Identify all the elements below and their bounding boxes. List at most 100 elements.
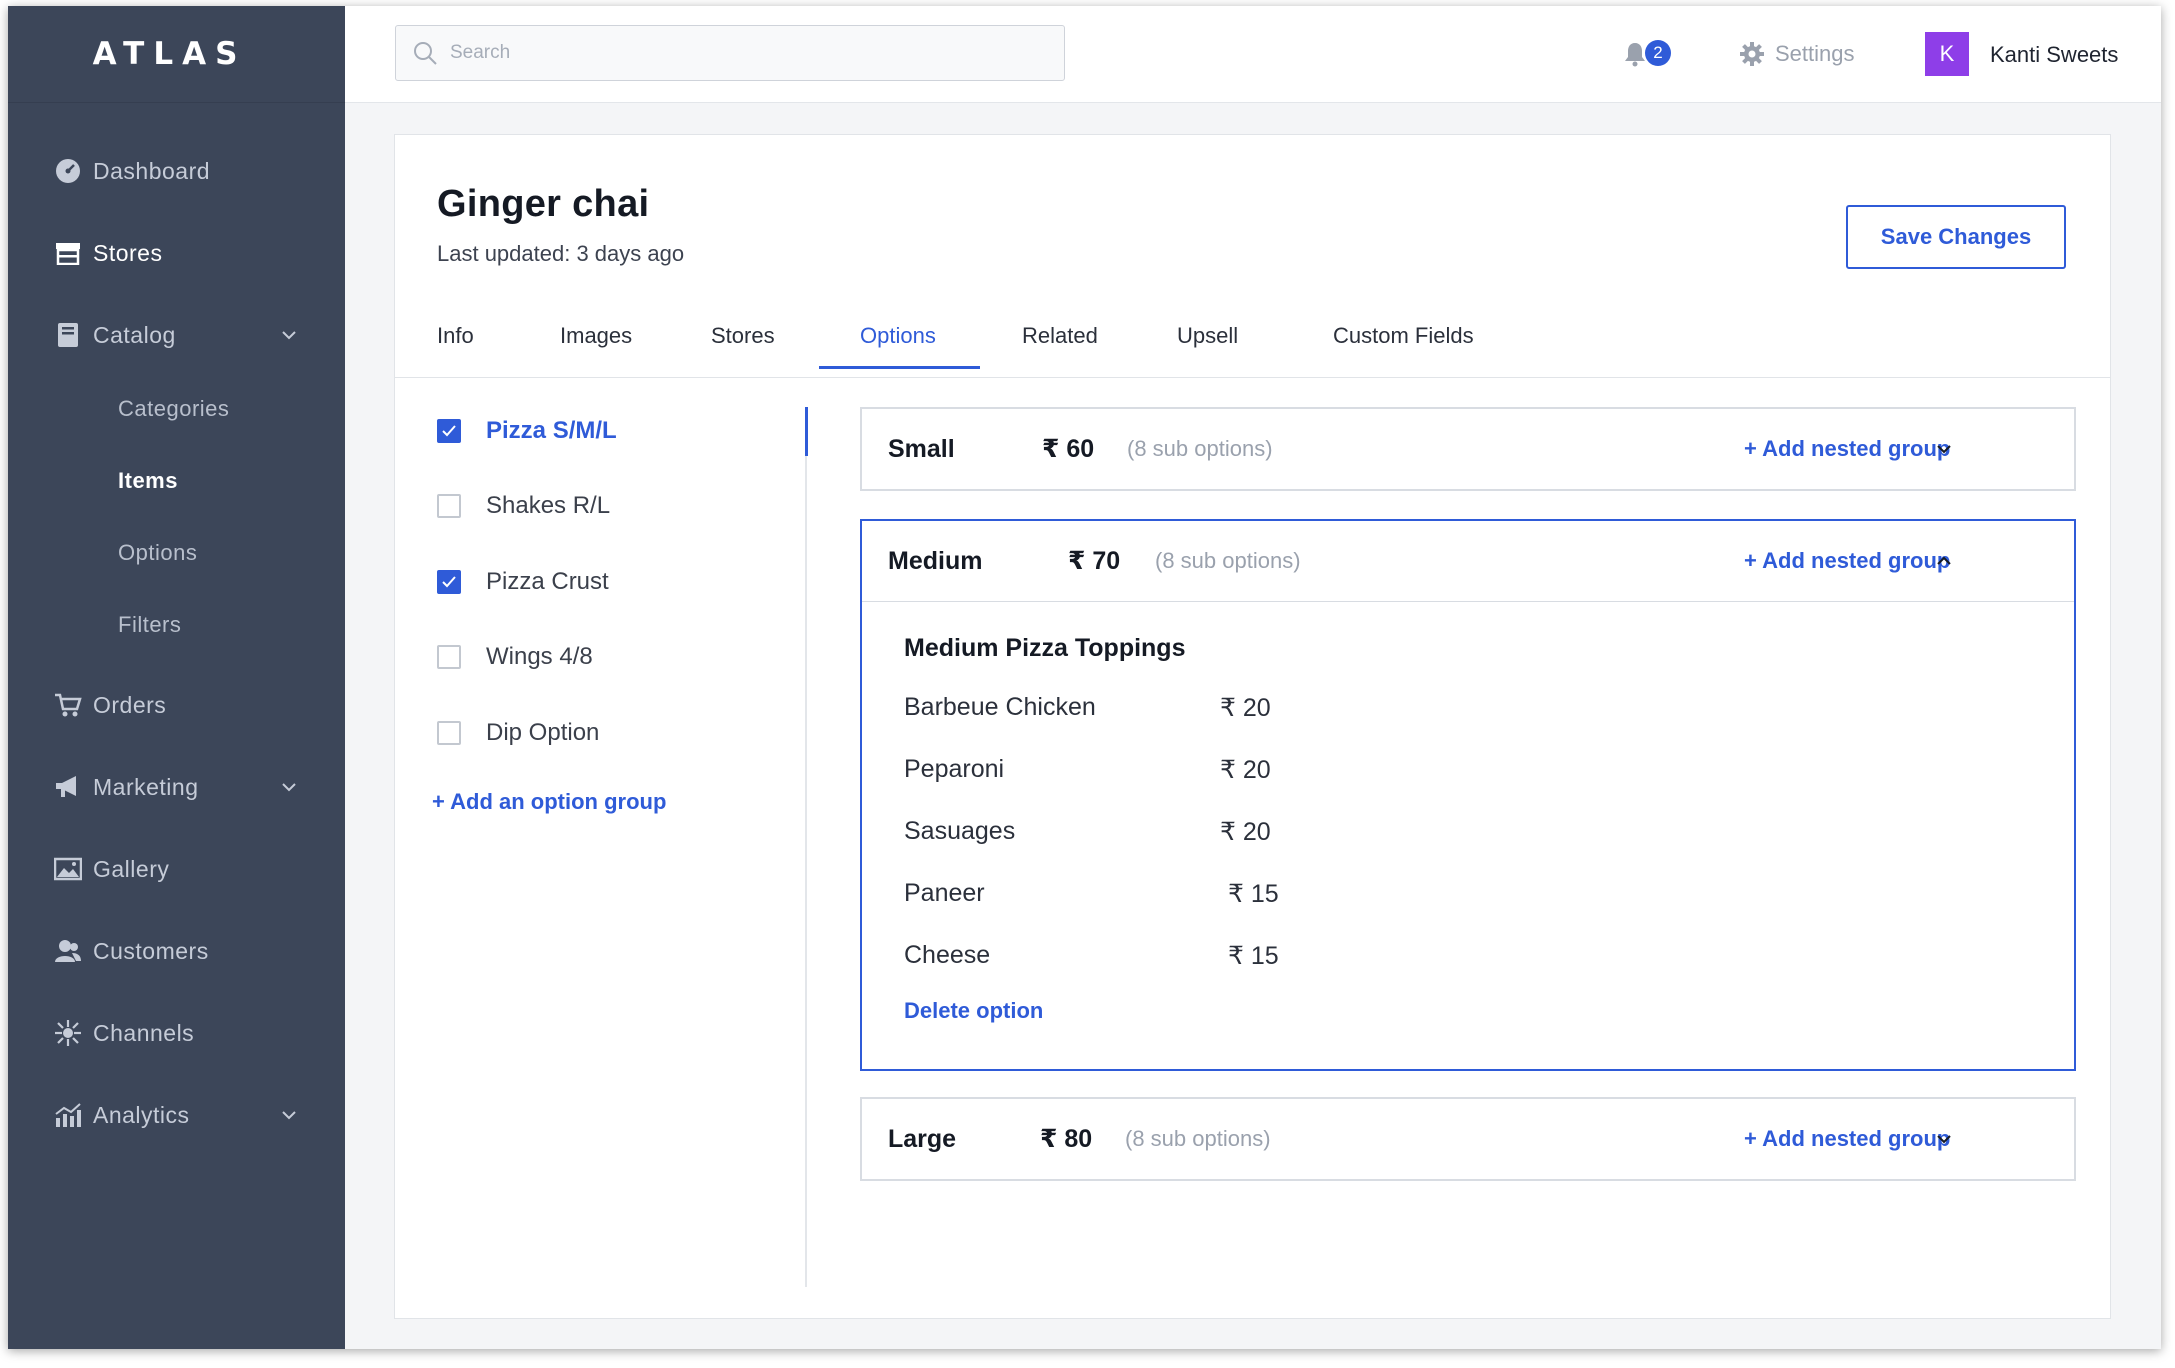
chevron-down-icon[interactable] [278,1104,300,1126]
option-name: Large [888,1124,957,1153]
sidebar-item-label: Stores [93,239,163,266]
tab-stores[interactable]: Stores [711,295,775,377]
option-header[interactable]: Large ₹ 80 (8 sub options) + Add nested … [862,1099,2074,1179]
save-changes-button[interactable]: Save Changes [1846,205,2066,269]
sidebar-item-label: Analytics [93,1101,190,1128]
topping-price: ₹ 20 [1220,818,1271,846]
option-price: ₹ 80 [1040,1125,1093,1153]
chevron-down-icon[interactable] [278,324,300,346]
add-nested-group-link[interactable]: + Add nested group [1744,1126,1950,1152]
analytics-icon [54,1101,82,1129]
option-price: ₹ 60 [1042,435,1095,463]
option-price: ₹ 70 [1068,547,1121,575]
chevron-up-icon[interactable] [1932,549,1956,573]
topping-name: Barbeue Chicken [904,693,1096,721]
sidebar-item-label: Channels [93,1019,195,1046]
notification-badge[interactable]: 2 [1645,40,1671,66]
search-box[interactable] [395,25,1065,81]
sidebar-item-channels[interactable]: Channels [8,1005,345,1061]
tab-images[interactable]: Images [560,295,632,377]
option-group-label: Wings 4/8 [486,643,593,670]
option-group-wings[interactable]: Wings 4/8 [437,637,593,677]
tab-options[interactable]: Options [860,295,936,377]
option-group-pizza-sml[interactable]: Pizza S/M/L [437,411,617,451]
tab-related[interactable]: Related [1022,295,1098,377]
sidebar-item-catalog[interactable]: Catalog [8,307,345,363]
sidebar-item-label: Catalog [93,321,176,348]
tab-bar: Info Images Stores Options Related Upsel… [395,295,2110,378]
sidebar-item-label: Gallery [93,855,170,882]
tab-info[interactable]: Info [437,295,474,377]
option-group-label: Pizza Crust [486,568,609,595]
option-group-label: Dip Option [486,719,600,746]
search-input[interactable] [450,26,1050,80]
sidebar-item-dashboard[interactable]: Dashboard [8,143,345,199]
sidebar-subitem-categories[interactable]: Categories [8,384,345,434]
dashboard-icon [54,157,82,185]
active-tab-indicator [819,366,980,369]
option-header[interactable]: Medium ₹ 70 (8 sub options) + Add nested… [862,521,2074,601]
add-nested-group-link[interactable]: + Add nested group [1744,436,1950,462]
sub-options-count: (8 sub options) [1125,1126,1271,1151]
checkbox[interactable] [437,570,461,594]
users-icon [54,937,82,965]
option-header[interactable]: Small ₹ 60 (8 sub options) + Add nested … [862,409,2074,489]
checkbox[interactable] [437,645,461,669]
option-name: Small [888,434,955,463]
item-editor-card: Ginger chai Last updated: 3 days ago Sav… [394,134,2111,1319]
sidebar-item-customers[interactable]: Customers [8,923,345,979]
avatar[interactable]: K [1925,32,1969,76]
app-logo: ATLAS [8,6,345,103]
topping-price: ₹ 20 [1220,694,1271,722]
chevron-down-icon[interactable] [1932,437,1956,461]
user-name[interactable]: Kanti Sweets [1990,42,2118,68]
checkbox[interactable] [437,419,461,443]
top-bar: 2 Settings K Kanti Sweets [345,6,2161,103]
chevron-down-icon[interactable] [1932,1127,1956,1151]
checkbox[interactable] [437,721,461,745]
option-group-dip[interactable]: Dip Option [437,713,599,753]
sidebar-subitem-filters[interactable]: Filters [8,600,345,650]
sidebar-item-analytics[interactable]: Analytics [8,1087,345,1143]
add-nested-group-link[interactable]: + Add nested group [1744,548,1950,574]
tab-upsell[interactable]: Upsell [1177,295,1238,377]
sidebar-item-label: Orders [93,691,167,718]
channels-icon [54,1019,82,1047]
megaphone-icon [54,773,82,801]
check-icon [442,425,456,437]
sidebar-subitem-items[interactable]: Items [8,456,345,506]
active-group-indicator [805,407,808,456]
catalog-icon [54,321,82,349]
sidebar-item-label: Marketing [93,773,199,800]
checkbox[interactable] [437,494,461,518]
sidebar-subitem-label: Categories [118,396,230,421]
sub-options-count: (8 sub options) [1155,548,1301,573]
chevron-down-icon[interactable] [278,776,300,798]
settings-button[interactable]: Settings [1739,36,1855,72]
sidebar-item-label: Customers [93,937,209,964]
option-group-shakes[interactable]: Shakes R/L [437,486,610,526]
store-icon [54,239,82,267]
sub-options-count: (8 sub options) [1127,436,1273,461]
sidebar-item-label: Dashboard [93,157,211,184]
sidebar-subitem-label: Items [118,468,178,493]
add-option-group-link[interactable]: + Add an option group [432,789,666,815]
sidebar-subitem-options[interactable]: Options [8,528,345,578]
option-group-pizza-crust[interactable]: Pizza Crust [437,562,609,602]
sidebar-subitem-label: Filters [118,612,182,637]
sidebar: ATLAS Dashboard Stores Catalog Categorie… [8,6,345,1349]
sidebar-subitem-label: Options [118,540,198,565]
last-updated: Last updated: 3 days ago [437,241,685,266]
page-title: Ginger chai [437,183,650,225]
sidebar-item-orders[interactable]: Orders [8,677,345,733]
sidebar-item-stores[interactable]: Stores [8,225,345,281]
option-panel-medium: Medium ₹ 70 (8 sub options) + Add nested… [860,519,2076,1071]
sidebar-item-marketing[interactable]: Marketing [8,759,345,815]
tab-custom-fields[interactable]: Custom Fields [1333,295,1474,377]
delete-option-link[interactable]: Delete option [904,998,1043,1024]
option-name: Medium [888,546,983,575]
image-icon [54,855,82,883]
gear-icon [1740,42,1764,66]
topping-name: Sasuages [904,817,1016,845]
sidebar-item-gallery[interactable]: Gallery [8,841,345,897]
